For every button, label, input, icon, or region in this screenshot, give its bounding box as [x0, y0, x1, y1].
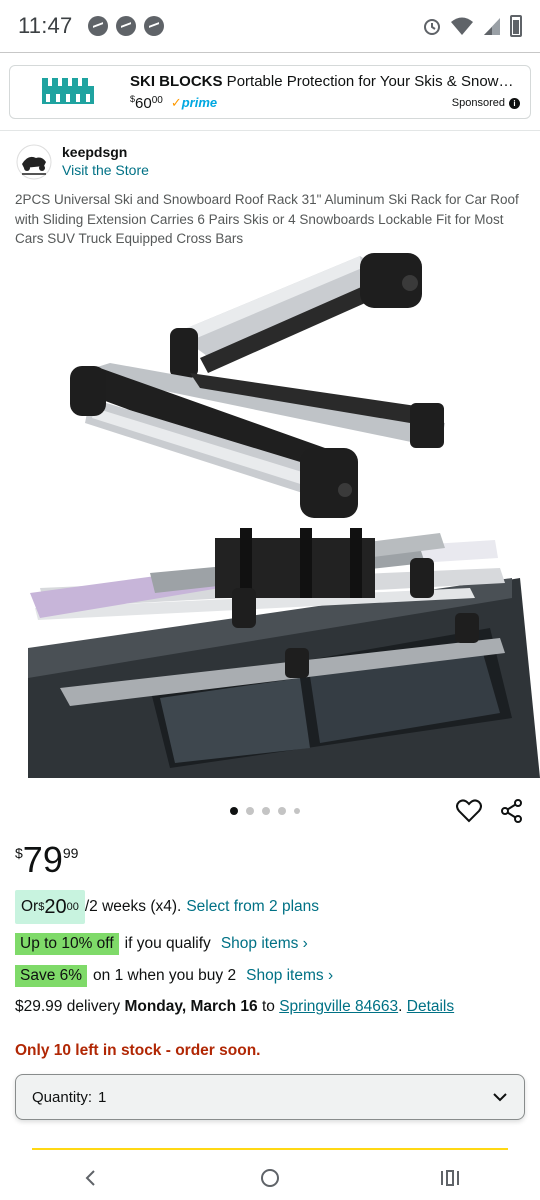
- status-bar: 11:47: [0, 0, 540, 52]
- stock-status: Only 10 left in stock - order soon.: [15, 1042, 261, 1059]
- battery-icon: [510, 15, 522, 37]
- signal-icon: [484, 18, 500, 35]
- promo-text: on 1 when you buy 2: [93, 967, 237, 984]
- sponsored-label[interactable]: Sponsored i: [452, 97, 520, 109]
- promo-row-save: Save 6% on 1 when you buy 2 Shop items ›: [15, 965, 333, 987]
- messenger-icon: [88, 16, 109, 36]
- carousel-dot[interactable]: [278, 807, 286, 815]
- quantity-value: 1: [98, 1088, 107, 1106]
- installment-cents: 00: [66, 901, 79, 913]
- installment-plan: Or $20 00 /2 weeks (x4). Select from 2 pl…: [15, 890, 319, 924]
- car-with-skis: [28, 528, 540, 778]
- back-icon: [85, 1170, 95, 1186]
- sponsored-text: Sponsored: [451, 97, 505, 109]
- ad-price-whole: 60: [135, 95, 152, 112]
- promo-row-discount: Up to 10% off if you qualify Shop items …: [15, 933, 308, 955]
- ad-title-rest: Portable Protection for Your Skis & Snow…: [226, 73, 520, 90]
- prime-badge: ✓prime: [171, 95, 217, 111]
- carousel-dot[interactable]: [262, 807, 270, 815]
- store-name: keepdsgn: [62, 144, 128, 160]
- notification-icons: [88, 16, 165, 36]
- heart-icon[interactable]: [456, 798, 482, 824]
- system-nav-bar: [0, 1156, 540, 1200]
- save-badge: Save 6%: [15, 965, 88, 987]
- shop-items-link[interactable]: Shop items ›: [246, 967, 333, 985]
- installment-prefix: Or: [21, 898, 39, 915]
- ad-price: $6000: [130, 94, 163, 112]
- ski-blocks-logo: [42, 78, 94, 104]
- product-image[interactable]: [0, 248, 540, 778]
- alarm-icon: [424, 19, 440, 35]
- prime-label: prime: [181, 95, 218, 110]
- quantity-selector[interactable]: Quantity: 1: [15, 1074, 525, 1120]
- image-carousel-dots[interactable]: [230, 807, 300, 815]
- discount-badge: Up to 10% off: [15, 933, 119, 955]
- delivery-period: .: [398, 998, 407, 1015]
- promo-text: if you qualify: [124, 935, 211, 952]
- chevron-down-icon: [493, 1093, 507, 1102]
- select-plans-link[interactable]: Select from 2 plans: [186, 898, 319, 916]
- installment-badge: Or $20 00: [15, 890, 85, 924]
- status-time: 11:47: [18, 13, 73, 38]
- shop-items-link[interactable]: Shop items ›: [221, 935, 308, 953]
- share-icon[interactable]: [500, 799, 524, 823]
- delivery-date: Monday, March 16: [124, 998, 258, 1015]
- product-title: 2PCS Universal Ski and Snowboard Roof Ra…: [15, 192, 519, 246]
- delivery-to: to: [257, 998, 280, 1015]
- home-button[interactable]: [250, 1163, 290, 1193]
- ski-rack-top: [170, 253, 422, 378]
- recents-button[interactable]: [430, 1163, 470, 1193]
- divider: [0, 130, 540, 131]
- messenger-icon: [144, 16, 165, 36]
- prime-check-icon: ✓: [170, 95, 182, 110]
- ad-price-row: $6000 ✓prime Sponsored i: [130, 94, 520, 112]
- delivery-details-link[interactable]: Details: [407, 998, 454, 1015]
- ad-price-cents: 00: [151, 95, 163, 106]
- quantity-label: Quantity:: [32, 1088, 93, 1106]
- price-whole: 79: [22, 839, 63, 880]
- installment-suffix: /2 weeks (x4).: [84, 898, 182, 915]
- sponsored-ad[interactable]: SKI BLOCKS Portable Protection for Your …: [9, 65, 531, 119]
- store-logo[interactable]: [14, 144, 54, 180]
- carousel-dot[interactable]: [294, 808, 300, 814]
- installment-whole: 20: [44, 895, 67, 918]
- info-icon[interactable]: i: [509, 97, 520, 109]
- visit-store-link[interactable]: Visit the Store: [62, 162, 149, 178]
- carousel-dot[interactable]: [230, 807, 238, 815]
- carousel-dot[interactable]: [246, 807, 254, 815]
- delivery-location-link[interactable]: Springville 84663: [279, 998, 398, 1015]
- ad-brand: SKI BLOCKS: [130, 73, 223, 90]
- home-icon: [261, 1169, 279, 1187]
- delivery-info: $29.99 delivery Monday, March 16 to Spri…: [15, 998, 454, 1016]
- ad-text: SKI BLOCKS Portable Protection for Your …: [130, 73, 520, 112]
- product-price: $ 79 99: [15, 840, 78, 880]
- price-cents: 99: [62, 845, 79, 861]
- ad-title[interactable]: SKI BLOCKS Portable Protection for Your …: [130, 73, 520, 90]
- add-to-cart-button-edge[interactable]: [32, 1148, 508, 1154]
- system-icons: [422, 15, 522, 37]
- divider: [0, 52, 540, 53]
- wifi-icon: [451, 17, 473, 35]
- recents-icon: [441, 1170, 459, 1186]
- back-button[interactable]: [70, 1163, 110, 1193]
- delivery-prefix: $29.99 delivery: [15, 998, 125, 1015]
- messenger-icon: [116, 16, 137, 36]
- price-currency: $: [15, 845, 23, 861]
